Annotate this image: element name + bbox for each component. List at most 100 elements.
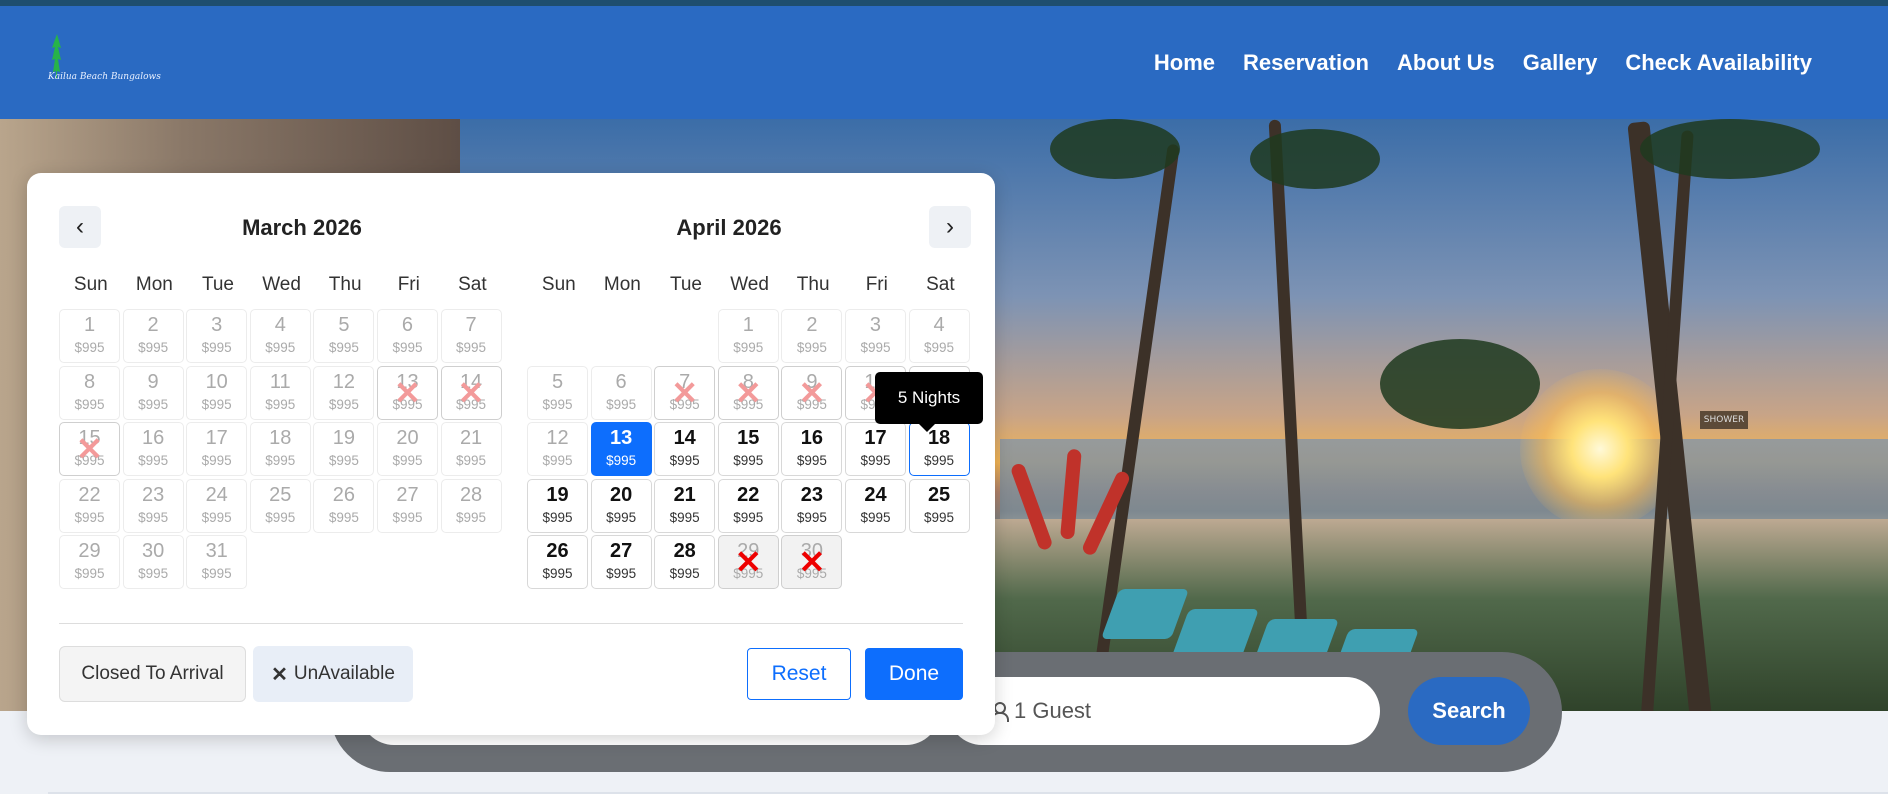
day-cell: 12 $995 <box>527 422 588 477</box>
day-price: $995 <box>74 509 105 525</box>
day-cell[interactable]: 28 $995 <box>654 535 716 590</box>
day-number: 17 <box>864 427 887 450</box>
day-price: $995 <box>138 566 169 582</box>
day-cell[interactable]: 15 $995 <box>717 422 779 477</box>
calendar-divider <box>59 623 963 624</box>
navbar: Kailua Beach Bungalows Home Reservation … <box>0 6 1888 119</box>
day-cell: 17 $995 <box>186 422 248 477</box>
nav-check-availability[interactable]: Check Availability <box>1625 50 1812 76</box>
day-cell: 13 $995 ✕ <box>376 365 438 420</box>
day-cell: 10 $995 <box>186 365 248 420</box>
weekday-label: Mon <box>603 274 641 295</box>
nav-about-us[interactable]: About Us <box>1397 50 1495 76</box>
day-number: 11 <box>269 370 291 393</box>
prev-month-button[interactable]: ‹ <box>59 206 101 248</box>
day-cell[interactable]: 25 $995 <box>908 478 970 533</box>
day-cell: 30 $995 ✕ <box>781 535 843 590</box>
day-price: $995 <box>328 340 359 355</box>
day-number: 12 <box>546 427 569 450</box>
day-price: $995 <box>201 453 232 469</box>
day-number: 5 <box>338 314 350 336</box>
day-price: $995 <box>796 566 827 582</box>
day-cell[interactable]: 20 $995 <box>590 478 652 533</box>
nav-reservation[interactable]: Reservation <box>1243 50 1369 76</box>
day-cell[interactable]: 23 $995 <box>781 478 843 533</box>
nav-home[interactable]: Home <box>1154 50 1215 76</box>
reset-button[interactable]: Reset <box>747 648 851 700</box>
weekday-label: Wed <box>262 274 301 295</box>
day-cell[interactable]: 27 $995 <box>590 535 652 590</box>
day-cell: 25 $995 <box>249 478 311 533</box>
day-price: $995 <box>542 509 573 525</box>
day-number: 29 <box>737 540 760 563</box>
day-cell[interactable]: 21 $995 <box>654 478 716 533</box>
day-cell[interactable]: 16 $995 <box>781 422 843 477</box>
day-cell[interactable]: 18 $995 <box>908 422 970 477</box>
day-number: 28 <box>673 540 696 563</box>
day-cell: 9 $995 <box>122 365 184 420</box>
weekday-label: Fri <box>865 274 888 295</box>
day-price: $995 <box>392 509 423 525</box>
x-icon: ✕ <box>271 663 288 686</box>
day-number: 4 <box>933 314 945 336</box>
day-price: $995 <box>796 340 827 355</box>
day-number: 15 <box>737 427 760 450</box>
month-title-march: March 2026 <box>242 215 362 240</box>
day-cell: 9 $995 ✕ <box>781 365 843 420</box>
day-cell: 12 $995 <box>313 365 375 420</box>
day-cell: 29 $995 <box>59 535 120 590</box>
day-cell[interactable]: 14 $995 <box>654 422 716 477</box>
day-cell[interactable]: 13 $995 <box>590 422 652 477</box>
day-price: $995 <box>796 396 827 412</box>
day-number: 24 <box>864 483 887 506</box>
legend-closed-to-arrival: Closed To Arrival <box>59 646 246 702</box>
day-price: $995 <box>860 453 891 469</box>
day-cell: 4 $995 <box>249 309 311 363</box>
day-price: $995 <box>456 396 487 412</box>
day-price: $995 <box>328 509 359 525</box>
day-cell[interactable]: 22 $995 <box>717 478 779 533</box>
day-cell: 24 $995 <box>186 478 248 533</box>
day-number: 23 <box>800 483 823 506</box>
day-cell[interactable]: 17 $995 <box>844 422 906 477</box>
done-button[interactable]: Done <box>865 648 963 700</box>
palm-frond <box>1640 119 1820 179</box>
nav-gallery[interactable]: Gallery <box>1523 50 1598 76</box>
day-number: 19 <box>332 427 355 450</box>
day-number: 4 <box>274 314 286 336</box>
day-number: 8 <box>742 370 754 393</box>
day-cell: 4 $995 <box>908 309 970 363</box>
day-price: $995 <box>796 453 827 469</box>
day-cell: 29 $995 ✕ <box>717 535 779 590</box>
day-number: 21 <box>459 427 483 450</box>
day-price: $995 <box>542 453 573 469</box>
day-number: 6 <box>615 370 627 393</box>
day-number: 7 <box>465 314 477 336</box>
day-price: $995 <box>138 453 169 469</box>
weekday-label: Sat <box>458 274 487 295</box>
day-cell[interactable]: 24 $995 <box>844 478 906 533</box>
day-price: $995 <box>733 566 764 582</box>
day-cell: 15 $995 ✕ <box>59 422 120 477</box>
next-month-button[interactable]: › <box>929 206 971 248</box>
main-nav: Home Reservation About Us Gallery Check … <box>1154 50 1812 76</box>
day-price: $995 <box>456 340 487 355</box>
day-cell[interactable]: 19 $995 <box>527 478 588 533</box>
day-price: $995 <box>733 396 764 412</box>
palm-frond <box>1050 119 1180 179</box>
day-price: $995 <box>392 453 423 469</box>
day-number: 9 <box>806 370 818 393</box>
search-button[interactable]: Search <box>1408 677 1530 745</box>
day-price: $995 <box>265 340 296 355</box>
day-price: $995 <box>74 566 105 582</box>
day-price: $995 <box>201 396 232 412</box>
day-number: 23 <box>141 483 165 506</box>
day-price: $995 <box>74 340 105 355</box>
guest-input[interactable]: 1 Guest <box>948 677 1380 745</box>
day-price: $995 <box>606 509 637 525</box>
day-number: 19 <box>546 483 569 506</box>
nights-tooltip: 5 Nights <box>875 372 983 432</box>
logo[interactable]: Kailua Beach Bungalows <box>44 28 161 108</box>
day-number: 10 <box>205 370 228 393</box>
day-cell[interactable]: 26 $995 <box>527 535 588 590</box>
